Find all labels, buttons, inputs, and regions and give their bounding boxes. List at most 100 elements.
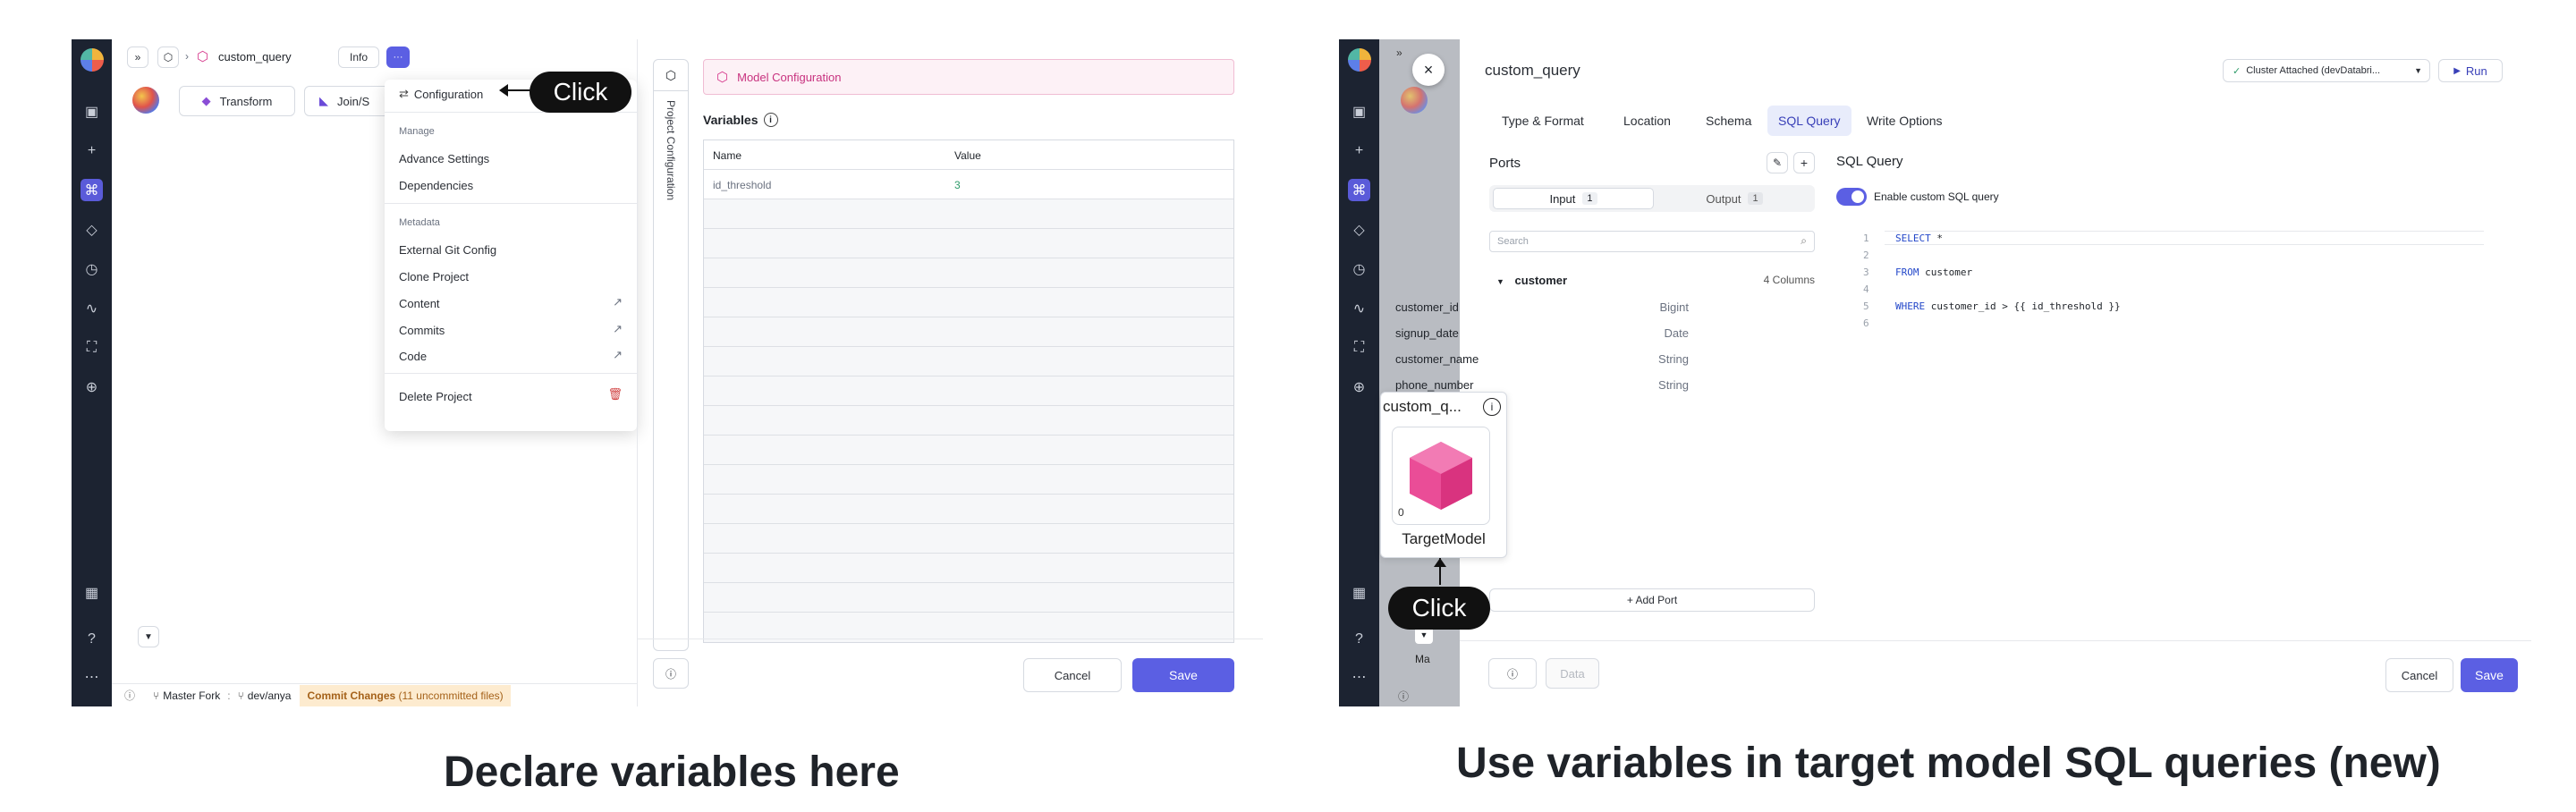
info-icon[interactable]: i (763, 113, 778, 127)
table-row[interactable] (704, 199, 1233, 229)
table-row[interactable] (704, 465, 1233, 495)
table-row[interactable] (704, 288, 1233, 317)
custom-sql-toggle[interactable] (1836, 188, 1867, 206)
master-fork-label[interactable]: Master Fork (163, 689, 220, 702)
table-row[interactable]: id_threshold 3 (704, 170, 1233, 199)
external-link-icon: ↗ (613, 322, 623, 335)
commits-menu-item[interactable]: Commits (399, 324, 445, 337)
cube-icon[interactable]: ⬡ (653, 59, 689, 91)
advance-settings-menu-item[interactable]: Advance Settings (399, 152, 489, 165)
variable-name-cell[interactable]: id_threshold (713, 179, 771, 191)
code-menu-item[interactable]: Code (399, 350, 427, 363)
activity-icon[interactable]: ∿ (1348, 297, 1370, 319)
data-button[interactable]: Data (1546, 658, 1599, 689)
calendar-icon[interactable]: ▦ (80, 581, 103, 604)
commit-changes-badge[interactable]: Commit Changes (11 uncommitted files) (300, 684, 511, 706)
table-row[interactable] (704, 229, 1233, 258)
info-button[interactable]: Info (338, 47, 379, 68)
separator: : (227, 689, 231, 702)
cancel-button[interactable]: Cancel (1023, 658, 1122, 692)
dev-branch-label[interactable]: dev/anya (248, 689, 292, 702)
tab-write-options[interactable]: Write Options (1856, 106, 1953, 136)
dependencies-menu-item[interactable]: Dependencies (399, 179, 473, 192)
customer-table-header[interactable]: ▼ customer 4 Columns (1496, 274, 1815, 287)
save-button[interactable]: Save (2461, 658, 2518, 692)
list-item[interactable]: signup_date Date (1395, 326, 1689, 340)
edit-icon[interactable]: ✎ (1767, 152, 1788, 173)
clone-project-menu-item[interactable]: Clone Project (399, 270, 469, 283)
close-button[interactable]: × (1412, 54, 1445, 86)
target-model-node[interactable]: custom_q... i 0 TargetModel (1380, 392, 1507, 558)
tag-icon[interactable]: ◇ (1348, 218, 1370, 241)
variable-value-cell[interactable]: 3 (954, 179, 961, 191)
graph-icon[interactable]: ⌘ (80, 179, 103, 201)
content-menu-item[interactable]: Content (399, 297, 440, 310)
tab-schema[interactable]: Schema (1695, 106, 1762, 136)
run-button[interactable]: ▶ Run (2438, 59, 2503, 82)
expand-sidebar-button[interactable]: » (127, 47, 148, 68)
click-callout: Click (530, 72, 631, 113)
table-row[interactable] (704, 317, 1233, 347)
list-item[interactable]: customer_id Bigint (1395, 300, 1689, 314)
download-icon[interactable]: ⊕ (80, 376, 103, 398)
more-icon[interactable]: ⋯ (80, 665, 103, 688)
sql-editor[interactable]: 1 SELECT * 2 3 FROM customer 4 5 WHERE cust… (1854, 229, 2484, 622)
project-name[interactable]: custom_query (218, 50, 292, 63)
chevron-down-icon[interactable]: ▼ (138, 626, 159, 647)
table-header-row: Name Value (704, 140, 1233, 170)
info-icon[interactable]: i (1483, 398, 1501, 416)
info-icon[interactable]: ⓘ (124, 688, 135, 703)
project-cube-icon[interactable]: ⬡ (157, 47, 179, 68)
target-model-tile[interactable]: 0 (1392, 427, 1490, 525)
calendar-icon[interactable]: ▦ (1348, 581, 1370, 604)
tab-sql-query[interactable]: SQL Query (1767, 106, 1852, 136)
help-icon[interactable]: ? (80, 628, 103, 650)
table-row[interactable] (704, 583, 1233, 613)
project-configuration-tab[interactable]: Project Configuration (653, 91, 689, 651)
delete-project-menu-item[interactable]: Delete Project (399, 390, 472, 403)
folder-icon[interactable]: ▣ (1348, 100, 1370, 123)
transform-button[interactable]: ◆ Transform (179, 86, 295, 116)
configuration-menu-item[interactable]: ⇄ Configuration (399, 87, 483, 101)
cluster-selector[interactable]: ✓ Cluster Attached (devDatabri... ▼ (2223, 59, 2430, 82)
tab-type-format[interactable]: Type & Format (1491, 106, 1595, 136)
clock-icon[interactable]: ◷ (80, 258, 103, 280)
add-port-button[interactable]: + Add Port (1489, 588, 1815, 612)
list-item[interactable]: customer_name String (1395, 352, 1689, 366)
info-circle-icon[interactable]: ⓘ (653, 658, 689, 689)
search-input[interactable]: Search ⌕ (1489, 231, 1815, 252)
help-icon[interactable]: ? (1348, 628, 1370, 650)
more-icon[interactable]: ⋯ (1348, 665, 1370, 688)
join-split-button[interactable]: ◣ Join/S (304, 86, 390, 116)
expand-icon[interactable]: ⛶ (80, 336, 103, 359)
table-row[interactable] (704, 436, 1233, 465)
more-options-button[interactable]: ··· (386, 47, 410, 68)
table-row[interactable] (704, 495, 1233, 524)
input-port-tab[interactable]: Input 1 (1493, 188, 1654, 209)
add-icon[interactable]: + (1793, 152, 1815, 173)
output-port-tab[interactable]: Output 1 (1657, 188, 1811, 209)
plus-icon[interactable]: + (1348, 140, 1370, 162)
save-button[interactable]: Save (1132, 658, 1234, 692)
tag-icon[interactable]: ◇ (80, 218, 103, 241)
table-row[interactable] (704, 554, 1233, 583)
table-row[interactable] (704, 258, 1233, 288)
trash-icon[interactable]: 🗑 (607, 387, 623, 402)
folder-icon[interactable]: ▣ (80, 100, 103, 123)
tab-location[interactable]: Location (1613, 106, 1682, 136)
activity-icon[interactable]: ∿ (80, 297, 103, 319)
download-icon[interactable]: ⊕ (1348, 376, 1370, 398)
table-row[interactable] (704, 376, 1233, 406)
table-row[interactable] (704, 524, 1233, 554)
app-logo (1348, 48, 1371, 72)
expand-icon[interactable]: ⛶ (1348, 336, 1370, 359)
list-item[interactable]: phone_number String (1395, 378, 1689, 392)
info-circle-icon[interactable]: ⓘ (1488, 658, 1537, 689)
plus-icon[interactable]: + (80, 140, 103, 162)
table-row[interactable] (704, 406, 1233, 436)
graph-icon[interactable]: ⌘ (1348, 179, 1370, 201)
cancel-button[interactable]: Cancel (2385, 658, 2453, 692)
clock-icon[interactable]: ◷ (1348, 258, 1370, 280)
table-row[interactable] (704, 347, 1233, 376)
external-git-config-menu-item[interactable]: External Git Config (399, 243, 496, 257)
